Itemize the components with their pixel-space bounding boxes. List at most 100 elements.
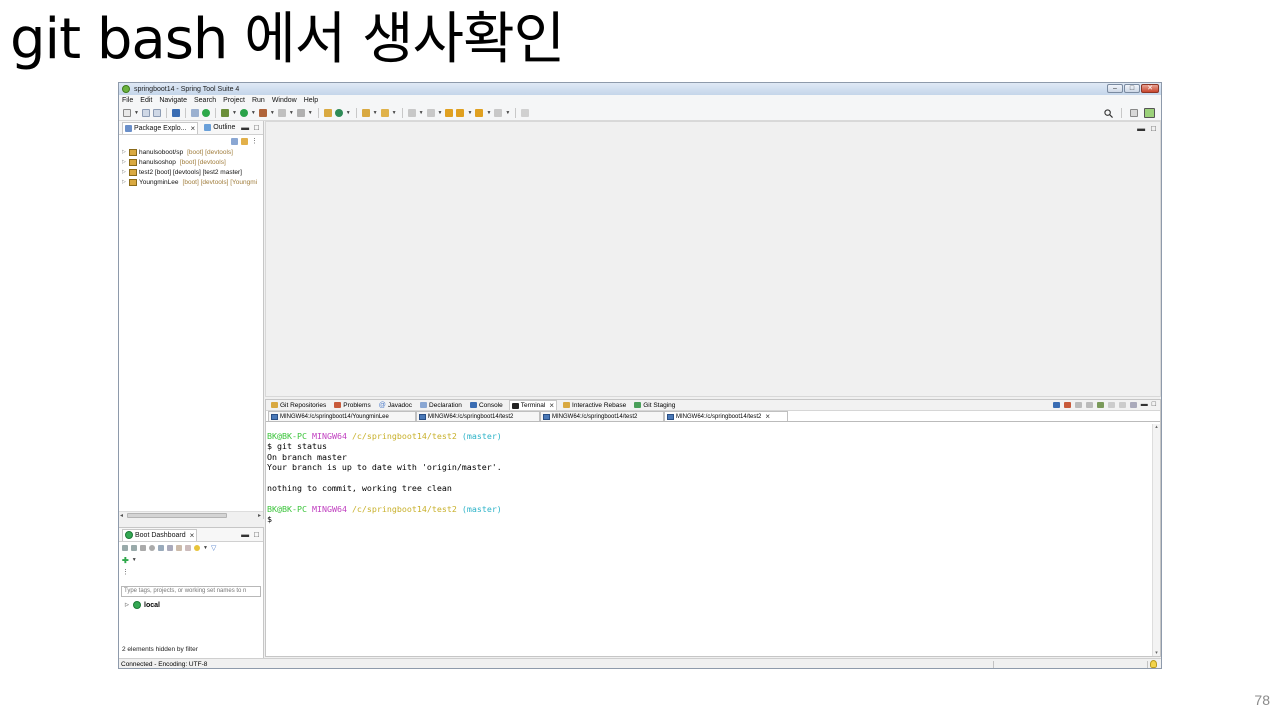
run-icon[interactable] (239, 108, 248, 117)
local-target-item[interactable]: ▷ local (119, 601, 263, 609)
scroll-down-icon[interactable]: ▾ (1153, 650, 1160, 656)
disconnect-icon[interactable] (1063, 401, 1071, 408)
tab-boot-dashboard[interactable]: Boot Dashboard × (122, 528, 198, 541)
scroll-lock-icon[interactable] (1085, 401, 1093, 408)
chevron-down-icon[interactable]: ▼ (392, 110, 397, 116)
restart-icon[interactable] (122, 545, 128, 551)
tree-item-project[interactable]: ▷ test2 [boot] [devtools] [test2 master] (119, 167, 263, 177)
lightbulb-icon[interactable] (194, 545, 200, 551)
paste-icon[interactable] (1118, 401, 1126, 408)
last-edit-icon[interactable] (445, 108, 454, 117)
expand-arrow-icon[interactable]: ▷ (125, 602, 130, 608)
tab-console[interactable]: Console (468, 400, 505, 410)
maximize-view-icon[interactable]: □ (1152, 401, 1156, 408)
maximize-editor-icon[interactable]: □ (1151, 124, 1156, 133)
filter-icon[interactable]: ▽ (211, 544, 216, 552)
close-icon[interactable]: × (549, 401, 554, 410)
terminal-session-tab-active[interactable]: MINGW64:/c/springboot14/test2 × (664, 411, 788, 421)
menu-edit[interactable]: Edit (140, 97, 152, 104)
rename-terminal-icon[interactable] (1096, 401, 1104, 408)
chevron-down-icon[interactable]: ▼ (467, 110, 472, 116)
terminal-session-tab[interactable]: MINGW64:/c/springboot14/YoungminLee (268, 411, 416, 421)
menu-run[interactable]: Run (252, 97, 265, 104)
menu-project[interactable]: Project (223, 97, 245, 104)
scroll-right-icon[interactable]: ▸ (258, 512, 261, 519)
link-icon[interactable] (167, 545, 173, 551)
stop-icon[interactable] (140, 545, 146, 551)
chevron-down-icon[interactable]: ▼ (203, 545, 208, 551)
maximize-button[interactable]: □ (1124, 84, 1140, 93)
minimize-view-icon[interactable]: ▬ (241, 123, 249, 132)
spring-perspective-icon[interactable] (1144, 108, 1155, 118)
tab-javadoc[interactable]: @ Javadoc (377, 400, 414, 410)
pin-editor-icon[interactable] (521, 108, 530, 117)
chevron-down-icon[interactable]: ▼ (373, 110, 378, 116)
expand-arrow-icon[interactable]: ▷ (122, 169, 127, 175)
tree-item-project[interactable]: ▷ hanulsoshop [boot] [devtools] (119, 157, 263, 167)
save-all-icon[interactable] (152, 108, 161, 117)
tree-item-project[interactable]: ▷ YoungminLee [boot] [devtools] [Youngmi (119, 177, 263, 187)
chevron-down-icon[interactable]: ▼ (251, 110, 256, 116)
minimize-editor-icon[interactable]: ▬ (1137, 124, 1145, 133)
tab-declaration[interactable]: Declaration (418, 400, 464, 410)
add-icon[interactable]: ✚ (122, 556, 129, 565)
maximize-view-icon[interactable]: □ (254, 123, 259, 132)
menu-file[interactable]: File (122, 97, 133, 104)
horizontal-scrollbar[interactable]: ◂ ▸ (119, 511, 263, 519)
save-icon[interactable] (141, 108, 150, 117)
back-icon[interactable] (456, 108, 465, 117)
scroll-left-icon[interactable]: ◂ (120, 512, 123, 519)
properties-icon[interactable] (185, 545, 191, 551)
search-icon[interactable] (380, 108, 389, 117)
terminal-icon[interactable] (171, 108, 180, 117)
menu-window[interactable]: Window (272, 97, 297, 104)
debug-icon[interactable] (220, 108, 229, 117)
chevron-down-icon[interactable]: ▼ (438, 110, 443, 116)
maximize-view-icon[interactable]: □ (254, 530, 259, 539)
view-menu-icon[interactable]: ⋮ (251, 137, 258, 145)
toggle-command-input-icon[interactable] (1074, 401, 1082, 408)
chevron-down-icon[interactable]: ▼ (308, 110, 313, 116)
tab-outline[interactable]: Outline (202, 122, 237, 134)
chevron-down-icon[interactable]: ▼ (132, 557, 137, 563)
debug-restart-icon[interactable] (131, 545, 137, 551)
filter-input[interactable]: Type tags, projects, or working set name… (121, 586, 261, 597)
quick-access-search-icon[interactable] (1104, 108, 1113, 118)
close-icon[interactable]: × (191, 124, 196, 133)
close-icon[interactable]: × (190, 531, 195, 540)
link-with-editor-icon[interactable] (241, 137, 248, 145)
boot-icon[interactable] (201, 108, 210, 117)
copy-icon[interactable] (1107, 401, 1115, 408)
connect-icon[interactable] (296, 108, 305, 117)
menu-navigate[interactable]: Navigate (159, 97, 187, 104)
menu-help[interactable]: Help (304, 97, 318, 104)
nav-icon[interactable] (494, 108, 503, 117)
collapse-all-icon[interactable] (231, 137, 238, 145)
chevron-down-icon[interactable]: ▼ (505, 110, 510, 116)
view-menu-icon[interactable]: ⋮ (122, 568, 129, 576)
tab-interactive-rebase[interactable]: Interactive Rebase (561, 400, 628, 410)
new-class-icon[interactable] (334, 108, 343, 117)
window-titlebar[interactable]: springboot14 - Spring Tool Suite 4 ‒ □ ✕ (119, 83, 1161, 95)
stop-icon[interactable] (277, 108, 286, 117)
scrollbar-thumb[interactable] (127, 513, 227, 518)
forward-icon[interactable] (475, 108, 484, 117)
tab-git-staging[interactable]: Git Staging (632, 400, 677, 410)
lightbulb-icon[interactable] (1150, 660, 1157, 668)
menu-search[interactable]: Search (194, 97, 216, 104)
chevron-down-icon[interactable]: ▼ (419, 110, 424, 116)
terminal-session-tab[interactable]: MINGW64:/c/springboot14/test2 (540, 411, 664, 421)
chevron-down-icon[interactable]: ▼ (134, 110, 139, 116)
minimize-view-icon[interactable]: ▬ (1141, 401, 1148, 408)
close-icon[interactable]: × (765, 412, 770, 421)
chevron-down-icon[interactable]: ▼ (232, 110, 237, 116)
tab-package-explorer[interactable]: Package Explo... × (122, 121, 199, 134)
minimize-button[interactable]: ‒ (1107, 84, 1123, 93)
open-browser-icon[interactable] (149, 545, 155, 551)
minimize-view-icon[interactable]: ▬ (241, 530, 249, 539)
expand-arrow-icon[interactable]: ▷ (122, 149, 127, 155)
open-console-icon[interactable] (158, 545, 164, 551)
annotation-next-icon[interactable] (407, 108, 416, 117)
new-java-project-icon[interactable] (323, 108, 332, 117)
expand-arrow-icon[interactable]: ▷ (122, 179, 127, 185)
